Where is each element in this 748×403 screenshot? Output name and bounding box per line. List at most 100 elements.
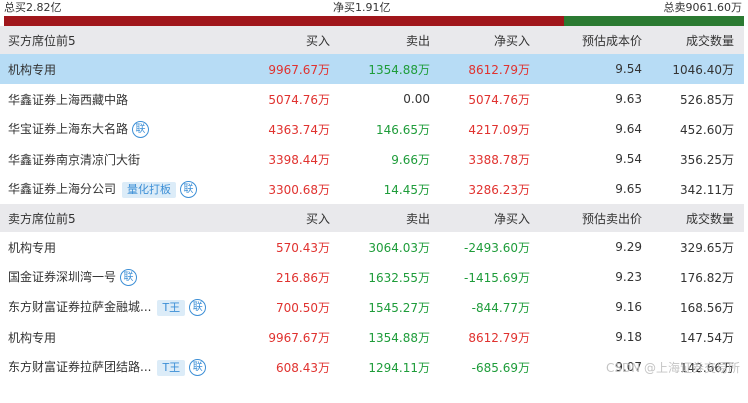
linked-seat-icon[interactable]: 联: [180, 181, 198, 198]
table-row[interactable]: 华鑫证券南京清凉门大街 3398.44万 9.66万 3388.78万 9.54 356.…: [0, 144, 744, 174]
table-row[interactable]: 机构专用 9967.67万 1354.88万 8612.79万 9.18 147.54万: [0, 322, 744, 352]
seat-tag-badge[interactable]: T王: [157, 359, 186, 376]
seat-name-cell[interactable]: 华宝证券上海东大名路联: [0, 114, 260, 144]
net-buy-amount-cell: -2493.60万: [464, 240, 530, 255]
net-buy-amount-cell: 3388.78万: [468, 152, 530, 167]
seat-name-cell[interactable]: 国金证券深圳湾一号联: [0, 262, 260, 292]
volume-cell: 147.54万: [680, 330, 734, 345]
price-cell: 9.23: [615, 270, 642, 284]
table-row[interactable]: 华宝证券上海东大名路联 4363.74万 146.65万 4217.09万 9.64 45…: [0, 114, 744, 144]
sell-amount-cell: 1294.11万: [368, 360, 430, 375]
linked-seat-icon[interactable]: 联: [132, 121, 150, 138]
sell-header-row: 卖方席位前5 买入 卖出 净买入 预估卖出价 成交数量: [0, 204, 744, 232]
seat-tag-badge[interactable]: T王: [157, 299, 186, 316]
linked-seat-icon[interactable]: 联: [120, 269, 138, 286]
total-sell-label: 总卖9061.60万: [663, 1, 743, 14]
seat-name-cell[interactable]: 机构专用: [0, 232, 260, 262]
volume-cell: 168.56万: [680, 300, 734, 315]
volume-cell: 176.82万: [680, 270, 734, 285]
buy-header-3: 净买入: [440, 26, 540, 54]
sell-header-1: 买入: [260, 204, 340, 232]
sell-amount-cell: 3064.03万: [368, 240, 430, 255]
volume-cell: 329.65万: [680, 240, 734, 255]
table-row[interactable]: 华鑫证券上海分公司 量化打板联 3300.68万 14.45万 3286.23万 9.65…: [0, 174, 744, 204]
buy-header-2: 卖出: [340, 26, 440, 54]
linked-seat-icon[interactable]: 联: [189, 359, 207, 376]
table-row[interactable]: 华鑫证券上海西藏中路 5074.76万 0.00 5074.76万 9.63 526.85…: [0, 84, 744, 114]
buy-amount-cell: 9967.67万: [260, 54, 340, 84]
sell-header-5: 成交数量: [652, 204, 744, 232]
sell-header-3: 净买入: [440, 204, 540, 232]
table-row[interactable]: 机构专用 9967.67万 1354.88万 8612.79万 9.54 1046.40万: [0, 54, 744, 84]
buy-ratio-fill: [4, 16, 565, 26]
buy-amount-cell: 9967.67万: [268, 330, 330, 345]
price-cell: 9.18: [615, 330, 642, 344]
volume-cell: 452.60万: [680, 122, 734, 137]
sell-section: 卖方席位前5 买入 卖出 净买入 预估卖出价 成交数量 机构专用 570.43万 3064.03…: [0, 204, 744, 382]
net-buy-label: 净买1.91亿: [333, 1, 391, 14]
linked-seat-icon[interactable]: 联: [189, 299, 207, 316]
price-cell: 9.65: [615, 182, 642, 196]
net-buy-amount-cell: -1415.69万: [464, 270, 530, 285]
seat-name-cell[interactable]: 华鑫证券上海分公司 量化打板联: [0, 174, 260, 204]
sell-amount-cell: 0.00: [403, 92, 430, 106]
sell-amount-cell: 9.66万: [391, 152, 430, 167]
summary-line: 总买2.82亿 净买1.91亿 总卖9061.60万: [0, 0, 748, 16]
seat-name: 国金证券深圳湾一号: [8, 270, 117, 284]
buy-amount-cell: 700.50万: [276, 300, 330, 315]
seat-name-cell[interactable]: 机构专用: [0, 322, 260, 352]
volume-cell: 1046.40万: [652, 54, 744, 84]
seat-name: 华鑫证券上海西藏中路: [8, 92, 129, 107]
dragon-tiger-panel: 总买2.82亿 净买1.91亿 总卖9061.60万 买方席位前5 买入 卖出 净买入…: [0, 0, 748, 382]
price-cell: 9.16: [615, 300, 642, 314]
seat-name-cell[interactable]: 东方财富证券拉萨团结路... T王联: [0, 352, 260, 382]
net-buy-amount-cell: 5074.76万: [468, 92, 530, 107]
seat-name-cell[interactable]: 华鑫证券上海西藏中路: [0, 84, 260, 114]
buy-sell-ratio-bar: [4, 16, 744, 26]
price-cell: 9.54: [540, 54, 652, 84]
seat-name: 东方财富证券拉萨金融城...: [8, 300, 152, 314]
sell-amount-cell: 1632.55万: [368, 270, 430, 285]
buy-amount-cell: 5074.76万: [268, 92, 330, 107]
price-cell: 9.63: [615, 92, 642, 106]
price-cell: 9.54: [615, 152, 642, 166]
table-row[interactable]: 国金证券深圳湾一号联 216.86万 1632.55万 -1415.69万 9.23 17…: [0, 262, 744, 292]
seat-name: 机构专用: [8, 62, 57, 77]
price-cell: 9.29: [615, 240, 642, 254]
seat-name-cell[interactable]: 东方财富证券拉萨金融城... T王联: [0, 292, 260, 322]
net-buy-amount-cell: -844.77万: [471, 300, 530, 315]
buy-amount-cell: 3398.44万: [268, 152, 330, 167]
buy-header-5: 成交数量: [652, 26, 744, 54]
volume-cell: 342.11万: [680, 182, 734, 197]
seat-name: 机构专用: [8, 330, 57, 345]
seat-name-cell[interactable]: 华鑫证券南京清凉门大街: [0, 144, 260, 174]
net-buy-amount-cell: 3286.23万: [468, 182, 530, 197]
seat-name: 华鑫证券上海分公司: [8, 182, 117, 196]
table-row[interactable]: 机构专用 570.43万 3064.03万 -2493.60万 9.29 329.65万: [0, 232, 744, 262]
volume-cell: 356.25万: [680, 152, 734, 167]
net-buy-amount-cell: -685.69万: [471, 360, 530, 375]
sell-header-4: 预估卖出价: [540, 204, 652, 232]
watermark: CSDN @上海证券交易所: [605, 361, 740, 375]
sell-header-0: 卖方席位前5: [0, 204, 260, 232]
seat-name-cell[interactable]: 机构专用: [0, 54, 260, 84]
seat-name: 华鑫证券南京清凉门大街: [8, 152, 141, 167]
total-buy-label: 总买2.82亿: [4, 1, 62, 14]
seat-tag-badge[interactable]: 量化打板: [122, 181, 177, 198]
net-buy-amount-cell: 8612.79万: [440, 54, 540, 84]
net-buy-amount-cell: 4217.09万: [468, 122, 530, 137]
buy-amount-cell: 570.43万: [276, 240, 330, 255]
seat-name: 东方财富证券拉萨团结路...: [8, 360, 152, 374]
table-row[interactable]: 东方财富证券拉萨金融城... T王联 700.50万 1545.27万 -844.77万…: [0, 292, 744, 322]
volume-cell: 526.85万: [680, 92, 734, 107]
buy-header-0: 买方席位前5: [0, 26, 260, 54]
sell-ratio-fill: [564, 16, 744, 26]
sell-header-2: 卖出: [340, 204, 440, 232]
seat-name: 华宝证券上海东大名路: [8, 122, 129, 136]
sell-amount-cell: 1354.88万: [340, 54, 440, 84]
sell-amount-cell: 1545.27万: [368, 300, 430, 315]
buy-amount-cell: 4363.74万: [268, 122, 330, 137]
price-cell: 9.64: [615, 122, 642, 136]
buy-amount-cell: 216.86万: [276, 270, 330, 285]
sell-amount-cell: 1354.88万: [368, 330, 430, 345]
